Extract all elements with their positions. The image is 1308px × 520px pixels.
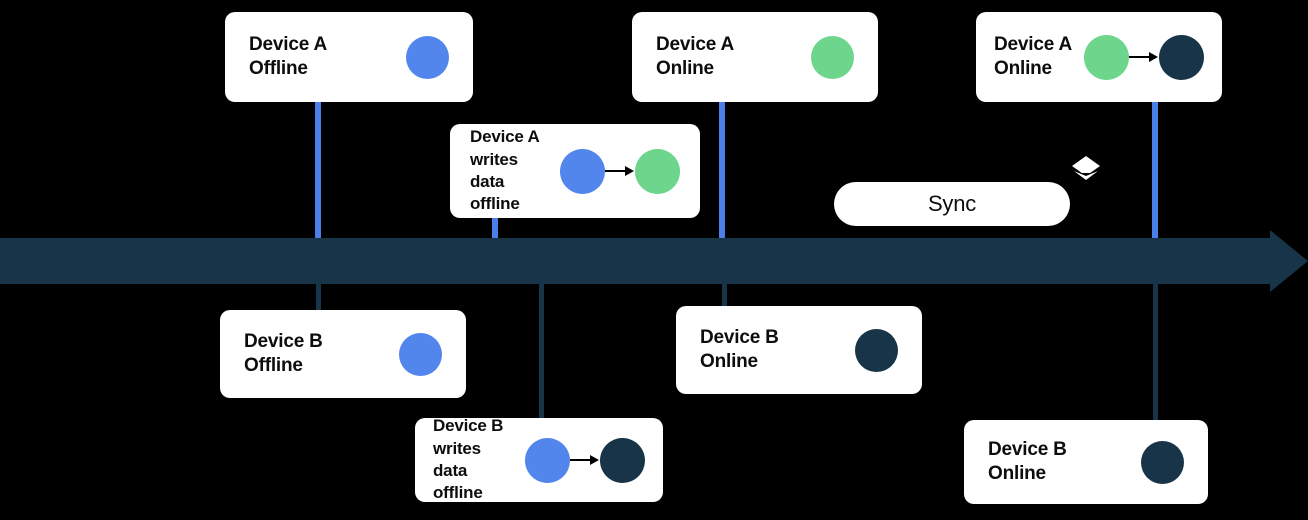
card-label: Device B Offline — [244, 330, 323, 376]
card-label: Device A Online — [656, 33, 734, 79]
arrow-right-icon — [605, 165, 635, 177]
arrow-right-icon — [570, 454, 600, 466]
connector-device-a-writes — [492, 218, 498, 240]
card-visual — [399, 332, 442, 376]
card-device-a-writes-data-offline[interactable]: Device A writes data offline — [450, 124, 700, 218]
timeline-axis — [0, 238, 1272, 284]
card-label: Device B Online — [700, 326, 779, 372]
sync-label: Sync — [927, 191, 977, 216]
card-label: Device B Online — [988, 438, 1067, 484]
connector-device-b-online-synced — [1153, 282, 1158, 422]
card-device-b-offline[interactable]: Device B Offline — [220, 310, 466, 398]
arrow-right-icon — [1129, 51, 1159, 63]
card-device-a-online[interactable]: Device A Online — [632, 12, 878, 102]
connector-device-a-online-synced — [1152, 100, 1158, 240]
status-dot-navy — [855, 328, 898, 372]
target-dot-navy — [600, 437, 645, 483]
card-device-a-online-synced[interactable]: Device A Online — [976, 12, 1222, 102]
source-dot-blue — [560, 148, 605, 194]
card-visual — [1084, 34, 1204, 80]
sync-button[interactable]: Sync — [834, 182, 1070, 226]
card-device-b-online-synced[interactable]: Device B Online — [964, 420, 1208, 504]
timeline-diagram: Device A Offline Device A writes data of… — [0, 0, 1308, 520]
card-visual — [525, 437, 645, 483]
card-device-a-offline[interactable]: Device A Offline — [225, 12, 473, 102]
target-dot-green — [635, 148, 680, 194]
connector-device-a-offline — [315, 100, 321, 240]
card-visual — [1141, 440, 1184, 484]
card-visual — [855, 328, 898, 372]
card-label: Device A Offline — [249, 33, 327, 79]
connector-device-b-writes — [539, 282, 544, 422]
card-visual — [406, 35, 449, 79]
card-device-b-writes-data-offline[interactable]: Device B writes data offline — [415, 416, 663, 503]
connector-device-a-online — [719, 100, 725, 240]
card-label: Device A Online — [994, 33, 1072, 79]
connector-device-b-offline — [316, 282, 321, 312]
card-label: Device A writes data offline — [470, 127, 540, 214]
target-dot-navy — [1159, 34, 1204, 80]
layers-icon — [1068, 152, 1104, 193]
source-dot-green — [1084, 34, 1129, 80]
card-device-b-online[interactable]: Device B Online — [676, 306, 922, 394]
status-dot-navy — [1141, 440, 1184, 484]
card-label: Device B writes data offline — [433, 416, 504, 503]
status-dot-blue — [406, 35, 449, 79]
status-dot-green — [811, 35, 854, 79]
status-dot-blue — [399, 332, 442, 376]
card-visual — [560, 148, 680, 194]
source-dot-blue — [525, 437, 570, 483]
card-visual — [811, 35, 854, 79]
timeline-arrow-icon — [1270, 230, 1308, 292]
